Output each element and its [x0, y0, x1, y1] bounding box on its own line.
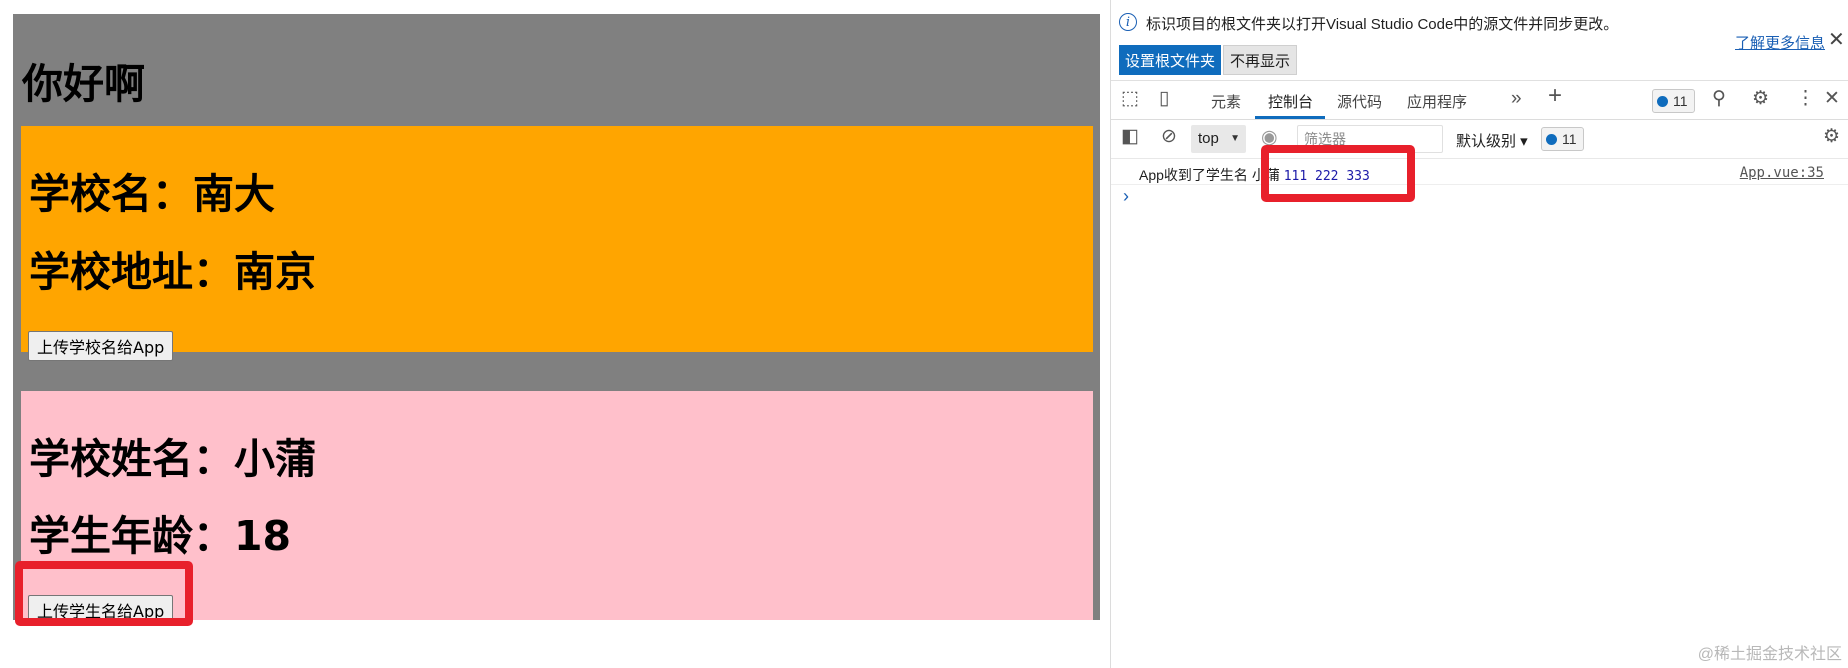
console-toolbar: ◧ ⊘ top ▼ ◉ 默认级别 ▾ 11 ⚙: [1111, 120, 1848, 159]
app-title: 你好啊: [22, 60, 145, 108]
context-select[interactable]: top ▼: [1191, 125, 1246, 153]
device-toolbar-icon[interactable]: ▯: [1159, 89, 1169, 109]
console-prompt-icon[interactable]: ›: [1123, 186, 1129, 207]
active-tab-indicator: [1255, 116, 1325, 119]
button-highlight-box: [15, 561, 193, 626]
set-root-folder-button[interactable]: 设置根文件夹: [1119, 45, 1222, 75]
message-count: 11: [1562, 131, 1577, 147]
info-icon: i: [1119, 13, 1137, 31]
console-settings-icon[interactable]: ⚙: [1823, 127, 1840, 147]
info-message: 标识项目的根文件夹以打开Visual Studio Code中的源文件并同步更改…: [1146, 16, 1619, 33]
issues-count: 11: [1673, 93, 1688, 109]
add-tab-icon[interactable]: +: [1548, 84, 1562, 108]
close-devtools-icon[interactable]: ✕: [1824, 89, 1840, 109]
upload-school-name-button[interactable]: 上传学校名给App: [28, 331, 174, 361]
log-level-select[interactable]: 默认级别 ▾: [1456, 130, 1528, 151]
tab-application[interactable]: 应用程序: [1407, 91, 1467, 112]
dont-show-again-button[interactable]: 不再显示: [1223, 45, 1298, 75]
student-age-heading: 学生年龄：18: [29, 512, 292, 560]
school-address-heading: 学校地址：南京: [29, 248, 316, 296]
devtools-tab-bar: ⬚ ▯ 元素 控制台 源代码 应用程序 » + 11 ⚲ ⚙ ⋮ ✕: [1111, 81, 1848, 120]
student-name-heading: 学校姓名：小蒲: [29, 435, 316, 483]
clear-console-icon[interactable]: ⊘: [1161, 127, 1177, 147]
tab-elements[interactable]: 元素: [1211, 91, 1241, 112]
message-icon: [1657, 96, 1668, 107]
school-name-heading: 学校名：南大: [29, 170, 275, 218]
close-icon[interactable]: ✕: [1828, 27, 1845, 52]
message-icon: [1546, 134, 1557, 145]
issues-badge[interactable]: 11: [1652, 89, 1695, 113]
sidebar-toggle-icon[interactable]: ◧: [1121, 127, 1139, 147]
chevron-down-icon: ▼: [1230, 133, 1240, 144]
message-count-badge[interactable]: 11: [1541, 127, 1584, 151]
connect-icon[interactable]: ⚲: [1712, 89, 1726, 109]
school-component: 学校名：南大 学校地址：南京 上传学校名给App: [21, 126, 1093, 361]
console-message: App收到了学生名 小蒲 111 222 333 App.vue:35: [1111, 159, 1848, 185]
log-level-value: 默认级别: [1456, 133, 1517, 150]
devtools-panel: i 标识项目的根文件夹以打开Visual Studio Code中的源文件并同步…: [1111, 0, 1848, 668]
page-viewport: 你好啊 学校名：南大 学校地址：南京 上传学校名给App 学校姓名：小蒲 学生年…: [0, 0, 1111, 668]
info-bar: i 标识项目的根文件夹以打开Visual Studio Code中的源文件并同步…: [1111, 0, 1848, 81]
more-options-icon[interactable]: ⋮: [1796, 89, 1815, 109]
watermark: @稀土掘金技术社区: [1697, 646, 1842, 663]
tab-console[interactable]: 控制台: [1268, 91, 1313, 112]
source-link[interactable]: App.vue:35: [1740, 165, 1824, 181]
gear-icon[interactable]: ⚙: [1752, 89, 1769, 109]
console-highlight-box: [1261, 145, 1415, 202]
tab-sources[interactable]: 源代码: [1337, 91, 1382, 112]
inspect-element-icon[interactable]: ⬚: [1121, 89, 1139, 109]
more-tabs-icon[interactable]: »: [1511, 89, 1522, 109]
context-value: top: [1198, 130, 1219, 147]
learn-more-link[interactable]: 了解更多信息: [1735, 32, 1825, 53]
message-prefix: App收到了学生名: [1139, 167, 1248, 183]
app-container: 你好啊 学校名：南大 学校地址：南京 上传学校名给App 学校姓名：小蒲 学生年…: [13, 14, 1100, 625]
